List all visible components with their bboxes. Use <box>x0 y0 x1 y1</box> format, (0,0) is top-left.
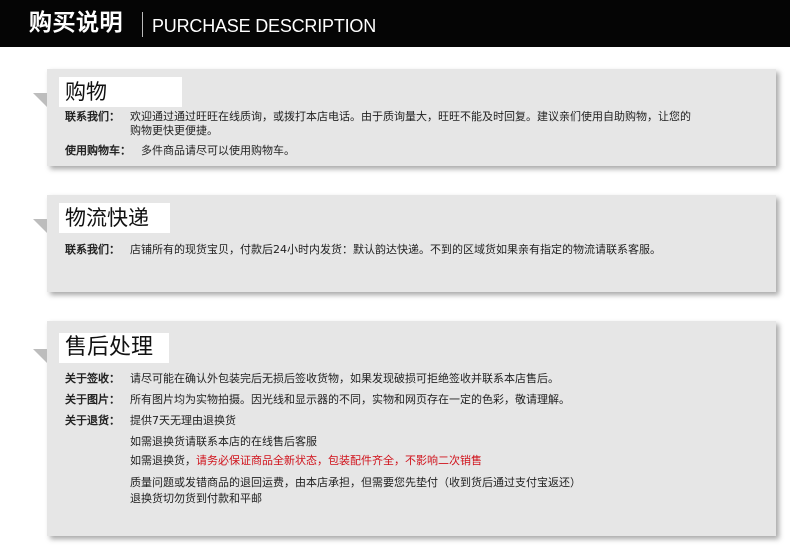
after-sales-return-line-4: 质量问题或发错商品的退回运费，由本店承担，但需要您先垫付（收到货后通过支付宝返还… <box>130 476 581 489</box>
after-sales-pic-key: 关于图片： <box>65 393 120 406</box>
shopping-contact-key: 联系我们： <box>65 110 120 123</box>
after-sales-title: 售后处理 <box>59 333 169 363</box>
logistics-card: 物流快递 联系我们： 店铺所有的现货宝贝，付款后24小时内发货：默认韵达快递。不… <box>33 195 776 292</box>
after-sales-return-line-5: 退换货切勿货到付款和平邮 <box>130 492 262 505</box>
after-sales-return-line-1: 提供7天无理由退换货 <box>130 414 236 427</box>
shopping-card: 购物 联系我们： 欢迎通过通过旺旺在线质询，或拨打本店电话。由于质询量大，旺旺不… <box>33 69 776 166</box>
after-sales-return-line-3-prefix: 如需退换货， <box>130 454 196 467</box>
after-sales-card: 售后处理 关于签收： 请尽可能在确认外包装完后无损后签收货物，如果发现破损可拒绝… <box>33 321 776 536</box>
page-header: 购买说明 PURCHASE DESCRIPTION <box>0 0 790 47</box>
after-sales-return-key: 关于退货： <box>65 414 120 427</box>
after-sales-return-line-2: 如需退换货请联系本店的在线售后客服 <box>130 435 317 448</box>
shopping-title: 购物 <box>59 77 182 107</box>
header-title-cn: 购买说明 <box>29 10 123 36</box>
after-sales-return-line-3: 如需退换货，请务必保证商品全新状态，包装配件齐全，不影响二次销售 <box>130 453 482 469</box>
logistics-contact-row: 联系我们： 店铺所有的现货宝贝，付款后24小时内发货：默认韵达快递。不到的区域货… <box>65 242 765 258</box>
header-divider <box>142 12 143 37</box>
logistics-contact-key: 联系我们： <box>65 243 120 256</box>
shopping-cart-key: 使用购物车： <box>65 144 131 157</box>
after-sales-tab-notch <box>33 349 47 363</box>
after-sales-sign-row: 关于签收： 请尽可能在确认外包装完后无损后签收货物，如果发现破损可拒绝签收并联系… <box>65 371 765 387</box>
after-sales-pic-text: 所有图片均为实物拍摄。因光线和显示器的不同，实物和网页存在一定的色彩，敬请理解。 <box>130 393 570 406</box>
after-sales-sign-key: 关于签收： <box>65 372 120 385</box>
shopping-contact-text-cont: 购物更快更便捷。 <box>130 124 218 137</box>
logistics-tab-notch <box>33 219 47 233</box>
shopping-tab-notch <box>33 93 47 107</box>
header-title-en: PURCHASE DESCRIPTION <box>152 16 377 36</box>
shopping-cart-row: 使用购物车： 多件商品请尽可以使用购物车。 <box>65 143 765 159</box>
after-sales-sign-text: 请尽可能在确认外包装完后无损后签收货物，如果发现破损可拒绝签收并联系本店售后。 <box>130 372 559 385</box>
after-sales-return-row: 关于退货： 提供7天无理由退换货 如需退换货请联系本店的在线售后客服 如需退换货… <box>65 413 765 513</box>
after-sales-return-line-3-warning: 请务必保证商品全新状态，包装配件齐全，不影响二次销售 <box>196 454 482 467</box>
after-sales-pic-row: 关于图片： 所有图片均为实物拍摄。因光线和显示器的不同，实物和网页存在一定的色彩… <box>65 392 765 408</box>
logistics-contact-text: 店铺所有的现货宝贝，付款后24小时内发货：默认韵达快递。不到的区域货如果亲有指定… <box>130 243 661 256</box>
logistics-title: 物流快递 <box>59 203 170 233</box>
shopping-cart-text: 多件商品请尽可以使用购物车。 <box>141 144 295 157</box>
shopping-contact-row: 联系我们： 欢迎通过通过旺旺在线质询，或拨打本店电话。由于质询量大，旺旺不能及时… <box>65 109 765 141</box>
